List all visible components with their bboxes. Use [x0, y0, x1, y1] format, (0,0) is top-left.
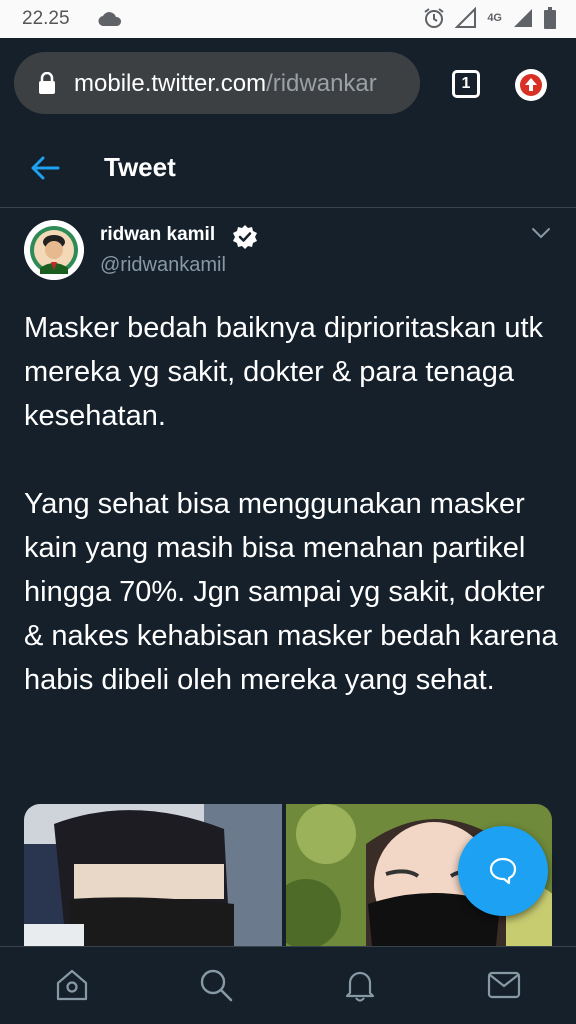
page-title: Tweet — [104, 152, 176, 182]
chevron-down-icon[interactable] — [530, 226, 552, 240]
cloud-icon — [98, 12, 122, 26]
tweet-header: Tweet — [0, 130, 576, 208]
bottom-navigation — [0, 946, 576, 1024]
notifications-icon[interactable] — [342, 967, 378, 1003]
arrow-up-icon — [520, 74, 542, 96]
search-icon[interactable] — [198, 967, 234, 1003]
network-type: 4G — [487, 11, 502, 24]
author-name[interactable]: ridwan kamil — [100, 224, 215, 246]
back-arrow-icon[interactable] — [30, 155, 60, 181]
browser-toolbar: mobile.twitter.com/ridwankar 1 — [0, 38, 576, 130]
avatar[interactable] — [24, 220, 84, 280]
author-handle: @ridwankamil — [100, 254, 226, 276]
tab-switcher-button[interactable]: 1 — [452, 70, 480, 98]
media-photo-1[interactable] — [24, 804, 282, 946]
home-icon[interactable] — [54, 967, 90, 1003]
alarm-icon — [424, 8, 444, 28]
compose-button[interactable] — [458, 826, 548, 916]
lock-icon — [39, 72, 55, 94]
url-path: /ridwankar — [266, 70, 377, 97]
status-time: 22.25 — [22, 8, 70, 29]
url-bar[interactable]: mobile.twitter.com/ridwankar — [14, 52, 420, 114]
url-text: mobile.twitter.com/ridwankar — [74, 70, 377, 98]
tweet-paragraph: Yang sehat bisa menggunakan masker kain … — [24, 488, 558, 696]
update-icon[interactable] — [515, 69, 547, 101]
messages-icon[interactable] — [486, 967, 522, 1003]
avatar-image — [24, 220, 84, 280]
photo-masked-person — [24, 804, 282, 946]
compose-icon — [489, 857, 517, 885]
verified-icon — [233, 225, 257, 249]
url-host: mobile.twitter.com — [74, 70, 267, 97]
signal-empty-icon — [455, 7, 477, 28]
tweet-paragraph: Masker bedah baiknya diprioritaskan utk … — [24, 312, 544, 432]
battery-icon — [544, 7, 556, 29]
status-bar: 22.25 4G — [0, 0, 576, 38]
tweet-body: Masker bedah baiknya diprioritaskan utk … — [24, 306, 560, 746]
signal-icon — [514, 9, 532, 27]
